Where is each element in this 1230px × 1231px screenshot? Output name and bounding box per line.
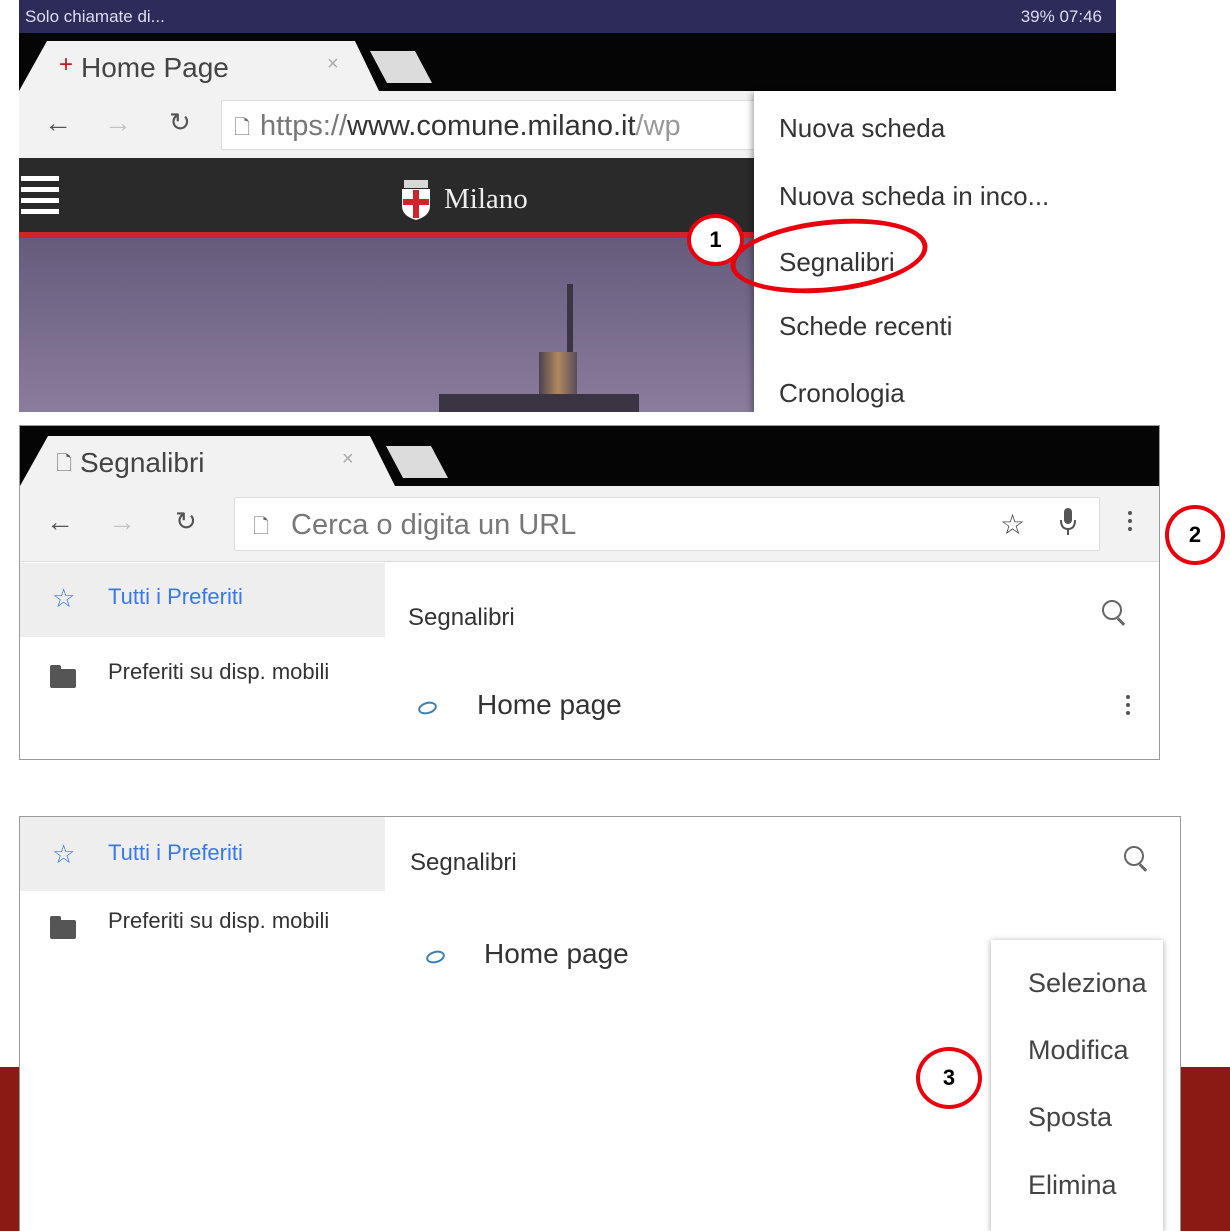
url-scheme: https:// (260, 110, 348, 142)
status-bar: Solo chiamate di... 39% 07:46 (19, 0, 1116, 33)
new-tab-button[interactable] (370, 51, 432, 83)
search-icon[interactable] (1102, 600, 1122, 620)
page-icon: 🗋 (234, 117, 251, 139)
url-host: www.comune.milano.it (347, 110, 636, 142)
bookmark-item-home-page[interactable]: Home page (484, 938, 629, 970)
tab-strip: 🗋 Segnalibri × (20, 426, 1159, 486)
bookmarks-context-menu-screenshot: ☆ Tutti i Preferiti Preferiti su disp. m… (19, 816, 1181, 1231)
skyline-spire (567, 284, 573, 354)
reload-icon[interactable]: ↻ (169, 107, 191, 138)
bookmark-favicon-icon (416, 699, 439, 717)
url-bar[interactable]: 🗋 https://www.comune.milano.it/wp (221, 100, 771, 150)
star-icon: ☆ (52, 839, 76, 869)
sidebar-item-preferiti-mobili[interactable]: Preferiti su disp. mobili (108, 659, 329, 685)
tab-title: Home Page (81, 52, 229, 83)
url-placeholder: Cerca o digita un URL (291, 509, 577, 541)
browser-screenshot-home: Solo chiamate di... 39% 07:46 + Home Pag… (19, 0, 1116, 412)
context-item-modifica[interactable]: Modifica (1028, 1035, 1129, 1066)
bookmark-favicon-icon (424, 948, 447, 966)
mic-icon[interactable] (1060, 508, 1076, 536)
browser-toolbar: ← → ↻ 🗋 Cerca o digita un URL ☆ (20, 486, 1159, 562)
tab-strip: + Home Page × (19, 33, 1116, 91)
bookmark-more-icon[interactable] (1126, 695, 1130, 719)
page-icon: 🗋 (253, 516, 270, 538)
tab-title: Segnalibri (80, 447, 205, 478)
menu-item-nuova-scheda-incognito[interactable]: Nuova scheda in inco... (779, 181, 1049, 212)
page-title: Segnalibri (408, 604, 515, 631)
url-path: /wp (635, 110, 681, 142)
sidebar-item-preferiti-mobili[interactable]: Preferiti su disp. mobili (108, 908, 329, 934)
back-arrow-icon[interactable]: ← (46, 506, 74, 538)
forward-arrow-icon[interactable]: → (104, 107, 132, 139)
folder-icon (50, 665, 76, 688)
bookmark-item-home-page[interactable]: Home page (477, 689, 622, 721)
sidebar-label: Tutti i Preferiti (108, 584, 243, 609)
page-title: Segnalibri (410, 849, 517, 876)
callout-1: 1 (687, 214, 744, 266)
tab-home-page[interactable]: + Home Page × (19, 41, 379, 91)
browser-screenshot-bookmarks: 🗋 Segnalibri × ← → ↻ 🗋 Cerca o digita un… (19, 425, 1160, 760)
url-text: https://www.comune.milano.it/wp (260, 110, 681, 143)
site-name: Milano (444, 183, 528, 215)
star-icon: ☆ (52, 583, 76, 613)
folder-icon (50, 916, 76, 939)
milano-cross-icon: + (59, 51, 74, 78)
hamburger-icon[interactable] (21, 176, 59, 216)
kebab-menu-icon[interactable] (1128, 511, 1132, 535)
status-notification-text: Solo chiamate di... (25, 7, 165, 26)
tab-segnalibri[interactable]: 🗋 Segnalibri × (20, 436, 395, 486)
context-item-elimina[interactable]: Elimina (1028, 1170, 1117, 1201)
bookmarks-sidebar: ☆ Tutti i Preferiti Preferiti su disp. m… (20, 563, 385, 759)
context-item-sposta[interactable]: Sposta (1028, 1102, 1112, 1133)
slide-accent-bar-left (0, 1067, 19, 1231)
tab-close-icon[interactable]: × (327, 53, 339, 76)
menu-item-schede-recenti[interactable]: Schede recenti (779, 311, 952, 342)
skyline-buildings (439, 394, 639, 412)
menu-item-cronologia[interactable]: Cronologia (779, 378, 905, 409)
search-icon[interactable] (1124, 846, 1144, 866)
tab-close-icon[interactable]: × (342, 448, 354, 471)
sidebar-item-tutti-preferiti[interactable]: ☆ Tutti i Preferiti (20, 563, 385, 637)
context-item-seleziona[interactable]: Seleziona (1028, 968, 1147, 999)
menu-item-nuova-scheda[interactable]: Nuova scheda (779, 113, 945, 144)
milano-crest-icon (402, 180, 430, 220)
page-icon: 🗋 (56, 453, 73, 475)
back-arrow-icon[interactable]: ← (44, 107, 72, 139)
new-tab-button[interactable] (386, 446, 448, 478)
url-bar[interactable]: 🗋 Cerca o digita un URL ☆ (234, 497, 1100, 551)
reload-icon[interactable]: ↻ (175, 506, 197, 537)
sidebar-label: Tutti i Preferiti (108, 840, 243, 865)
callout-2: 2 (1165, 505, 1225, 565)
callout-3: 3 (916, 1047, 982, 1109)
forward-arrow-icon[interactable]: → (108, 506, 136, 538)
bookmark-context-menu: Seleziona Modifica Sposta Elimina (991, 940, 1163, 1231)
slide-accent-bar-right (1181, 1067, 1230, 1231)
star-icon[interactable]: ☆ (1000, 508, 1025, 541)
status-battery-clock: 39% 07:46 (1020, 7, 1102, 26)
sidebar-item-tutti-preferiti[interactable]: ☆ Tutti i Preferiti (20, 817, 385, 891)
